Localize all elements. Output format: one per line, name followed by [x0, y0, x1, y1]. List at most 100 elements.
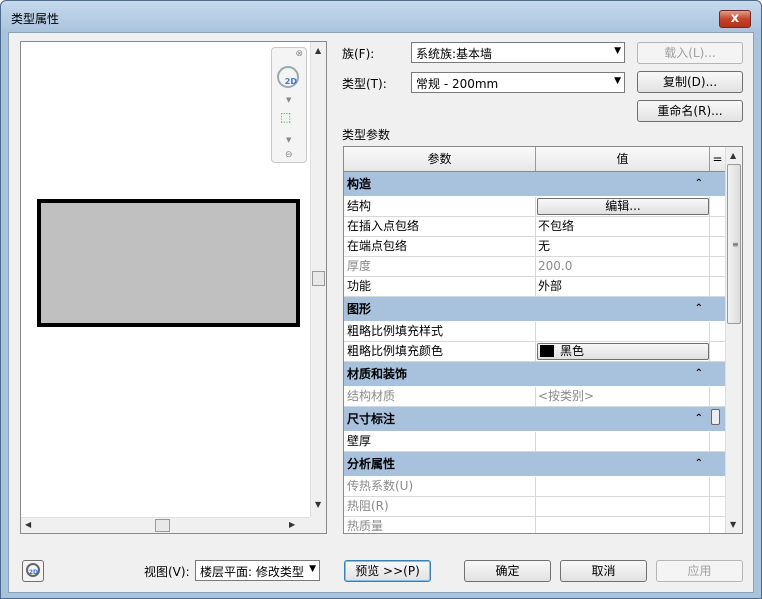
column-header-parameter[interactable]: 参数: [344, 147, 536, 171]
group-label: 分析属性: [347, 457, 396, 471]
color-picker-button[interactable]: 黑色: [537, 343, 709, 360]
column-header-formula[interactable]: =: [710, 147, 725, 171]
preview-vertical-scrollbar[interactable]: ▲ ▼: [310, 42, 326, 517]
view-label: 视图(V):: [144, 565, 190, 579]
param-name: 在端点包络: [344, 237, 536, 256]
scroll-left-arrow-icon[interactable]: ◀: [25, 520, 31, 529]
scroll-thumb[interactable]: [155, 519, 170, 532]
group-header-graphics[interactable]: 图形 ⌃: [344, 297, 725, 322]
collapse-icon[interactable]: ⌃: [695, 362, 703, 386]
preview-pane: ⊗ 2D ▼ ⬚ ▼ ⊖ ▲ ▼ ◀ ▶: [20, 41, 327, 534]
dropdown-arrow-icon[interactable]: ▼: [614, 46, 621, 56]
grip-icon: ≡: [732, 240, 739, 249]
param-value[interactable]: [536, 432, 710, 451]
param-value: 200.0: [536, 257, 710, 276]
group-header-analytical[interactable]: 分析属性 ⌃: [344, 452, 725, 477]
table-row: 结构材质 <按类别>: [344, 387, 725, 407]
group-label: 材质和装饰: [347, 367, 408, 381]
table-row[interactable]: 粗略比例填充颜色 黑色: [344, 342, 725, 362]
scroll-right-arrow-icon[interactable]: ▶: [289, 520, 295, 529]
preview-horizontal-scrollbar[interactable]: ◀ ▶: [21, 517, 310, 533]
table-row[interactable]: 结构 编辑...: [344, 197, 725, 217]
param-name: 传热系数(U): [344, 477, 536, 496]
param-value: <按类别>: [536, 387, 710, 406]
param-value[interactable]: 外部: [536, 277, 710, 296]
group-header-materials[interactable]: 材质和装饰 ⌃: [344, 362, 725, 387]
group-label: 尺寸标注: [347, 412, 396, 426]
param-value[interactable]: [536, 322, 710, 341]
param-value: 编辑...: [536, 197, 710, 216]
view-2d-button[interactable]: 2D: [22, 560, 44, 582]
param-name: 在插入点包络: [344, 217, 536, 236]
column-header-value[interactable]: 值: [536, 147, 710, 171]
type-parameters-heading: 类型参数: [342, 128, 391, 142]
rename-button[interactable]: 重命名(R)...: [637, 100, 743, 122]
family-value: 系统族:基本墙: [416, 47, 493, 61]
window-title: 类型属性: [11, 12, 60, 26]
close-icon: x: [730, 11, 740, 26]
chevron-down-icon[interactable]: ▼: [286, 136, 291, 144]
chevron-down-icon[interactable]: ▼: [286, 96, 291, 104]
cancel-button[interactable]: 取消: [560, 560, 647, 582]
navigation-bar: ⊗ 2D ▼ ⬚ ▼ ⊖: [271, 47, 307, 163]
group-label: 图形: [347, 302, 372, 316]
load-button[interactable]: 载入(L)...: [637, 42, 743, 64]
table-row[interactable]: 粗略比例填充样式: [344, 322, 725, 342]
edit-structure-button[interactable]: 编辑...: [537, 198, 709, 215]
type-combobox[interactable]: 常规 - 200mm ▼: [411, 72, 625, 93]
param-name: 热阻(R): [344, 497, 536, 516]
collapse-icon[interactable]: ⌃: [695, 407, 703, 431]
scroll-down-arrow-icon[interactable]: ▼: [315, 500, 321, 509]
scroll-up-arrow-icon[interactable]: ▲: [315, 46, 321, 55]
param-name: 热质量: [344, 517, 536, 533]
dropdown-arrow-icon[interactable]: ▼: [309, 564, 316, 574]
collapse-icon[interactable]: ⌃: [695, 452, 703, 476]
view-2d-icon[interactable]: 2D: [277, 66, 299, 88]
table-row: 热质量: [344, 517, 725, 533]
close-button[interactable]: x: [719, 10, 751, 28]
apply-button[interactable]: 应用: [656, 560, 743, 582]
preview-canvas[interactable]: ⊗ 2D ▼ ⬚ ▼ ⊖: [23, 44, 310, 514]
table-row[interactable]: 在端点包络无: [344, 237, 725, 257]
table-row[interactable]: 功能 外部: [344, 277, 725, 297]
navbar-minimize-icon[interactable]: ⊖: [285, 150, 293, 160]
param-value: [536, 517, 710, 533]
scroll-thumb[interactable]: ≡: [727, 164, 741, 324]
dropdown-arrow-icon[interactable]: ▼: [614, 76, 621, 86]
scroll-down-arrow-icon[interactable]: ▼: [730, 520, 736, 529]
type-label: 类型(T):: [342, 77, 387, 91]
param-name: 壁厚: [344, 432, 536, 451]
cell-scroll-handle[interactable]: [711, 409, 720, 425]
param-name: 功能: [344, 277, 536, 296]
table-row: 传热系数(U): [344, 477, 725, 497]
collapse-icon[interactable]: ⌃: [695, 297, 703, 321]
scroll-corner: [310, 517, 326, 533]
table-row[interactable]: 壁厚: [344, 432, 725, 452]
wall-preview-shape: [37, 199, 300, 327]
color-name: 黑色: [560, 344, 585, 358]
ok-button[interactable]: 确定: [464, 560, 551, 582]
scroll-up-arrow-icon[interactable]: ▲: [730, 151, 736, 160]
group-label: 构造: [347, 177, 372, 191]
view-combobox[interactable]: 楼层平面: 修改类型 ▼: [195, 560, 320, 581]
group-header-dimensions[interactable]: 尺寸标注 ⌃: [344, 407, 725, 432]
family-combobox[interactable]: 系统族:基本墙 ▼: [411, 42, 625, 63]
param-name: 厚度: [344, 257, 536, 276]
collapse-icon[interactable]: ⌃: [695, 172, 703, 196]
param-value: [536, 477, 710, 496]
duplicate-button[interactable]: 复制(D)...: [637, 71, 743, 93]
param-name: 粗略比例填充颜色: [344, 342, 536, 361]
navbar-close-icon[interactable]: ⊗: [295, 49, 303, 59]
scroll-thumb[interactable]: [312, 271, 325, 286]
type-properties-dialog: 类型属性 x ⊗ 2D ▼ ⬚ ▼ ⊖ ▲ ▼ ◀ ▶ 族(F): 系统族:基本…: [0, 0, 762, 599]
param-value: 黑色: [536, 342, 710, 361]
group-header-construction[interactable]: 构造 ⌃: [344, 172, 725, 197]
zoom-region-icon[interactable]: ⬚: [280, 110, 294, 124]
param-value[interactable]: 无: [536, 237, 710, 256]
color-swatch: [540, 345, 554, 357]
preview-button[interactable]: 预览 >>(P): [344, 560, 431, 582]
param-value[interactable]: 不包络: [536, 217, 710, 236]
table-row[interactable]: 在插入点包络 不包络: [344, 217, 725, 237]
table-row: 厚度 200.0: [344, 257, 725, 277]
grid-vertical-scrollbar[interactable]: ▲ ≡ ▼: [725, 147, 742, 533]
